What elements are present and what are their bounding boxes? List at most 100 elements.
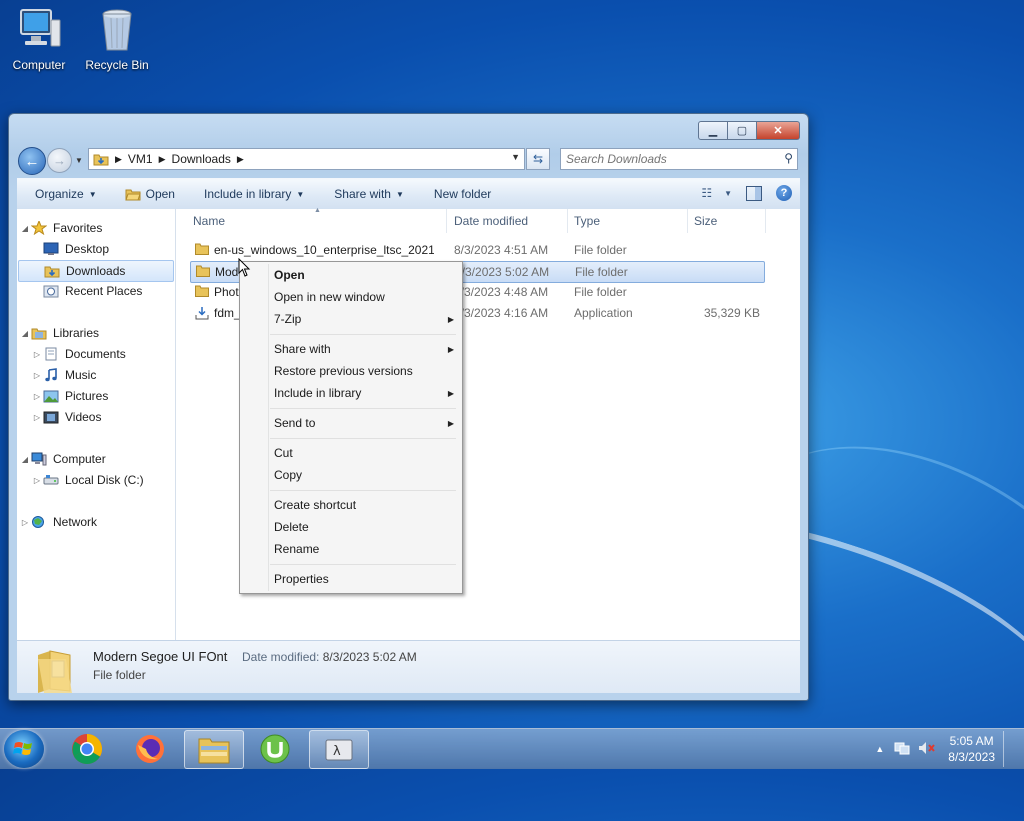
breadcrumb-separator[interactable]: ▶: [115, 154, 122, 165]
desktop-icon: [43, 242, 59, 256]
taskbar-firefox[interactable]: [121, 730, 179, 767]
column-header-type[interactable]: Type: [568, 209, 688, 233]
nav-label: Libraries: [53, 326, 100, 340]
svg-text:λ: λ: [333, 744, 341, 759]
chevron-down-icon: ▼: [395, 189, 404, 199]
close-button[interactable]: ✕: [757, 121, 800, 140]
menu-item-delete[interactable]: Delete: [274, 517, 454, 537]
context-menu: Open Open in new window 7-Zip ▶ Share wit…: [239, 261, 463, 594]
nav-music[interactable]: ▷ Music: [31, 365, 96, 385]
menu-label: Open in new window: [274, 290, 385, 304]
minimize-button[interactable]: ▁: [698, 121, 728, 140]
refresh-button[interactable]: ⇆: [526, 148, 550, 170]
desktop-icon-label: Recycle Bin: [85, 58, 149, 72]
nav-local-disk[interactable]: ▷ Local Disk (C:): [31, 470, 144, 490]
nav-videos[interactable]: ▷ Videos: [31, 407, 102, 427]
column-header-label: Name: [193, 214, 226, 228]
nav-network[interactable]: ▷ Network: [17, 512, 97, 532]
include-in-library-button[interactable]: Include in library ▼: [204, 187, 304, 201]
recent-pages-dropdown[interactable]: ▼: [75, 156, 83, 165]
volume-muted-icon[interactable]: [918, 741, 936, 758]
expand-arrow-icon[interactable]: ▷: [31, 476, 43, 485]
expand-arrow-icon[interactable]: ◢: [19, 455, 31, 464]
breadcrumb-downloads[interactable]: Downloads: [172, 152, 231, 166]
nav-label: Computer: [53, 452, 106, 466]
nav-label: Network: [53, 515, 98, 529]
nav-label: Desktop: [65, 242, 110, 256]
search-icon: ⚲: [784, 151, 793, 165]
menu-item-cut[interactable]: Cut: [274, 443, 454, 463]
nav-label: Videos: [65, 410, 102, 424]
nav-pictures[interactable]: ▷ Pictures: [31, 386, 108, 406]
computer-icon: [15, 8, 63, 54]
taskbar-explorer[interactable]: [184, 730, 244, 769]
address-dropdown-icon[interactable]: ▼: [511, 152, 520, 162]
menu-item-create-shortcut[interactable]: Create shortcut: [274, 495, 454, 515]
expand-arrow-icon[interactable]: ▷: [31, 350, 43, 359]
menu-item-share-with[interactable]: Share with ▶: [274, 339, 454, 359]
column-header-date[interactable]: Date modified: [448, 209, 568, 233]
menu-item-rename[interactable]: Rename: [274, 539, 454, 559]
clock[interactable]: 5:05 AM 8/3/2023: [948, 733, 995, 765]
details-pane: Modern Segoe UI FOnt Date modified: 8/3/…: [17, 640, 800, 693]
expand-arrow-icon[interactable]: ▷: [31, 371, 43, 380]
nav-favorites[interactable]: ◢ Favorites: [17, 218, 102, 238]
open-label: Open: [145, 187, 175, 201]
menu-item-send-to[interactable]: Send to ▶: [274, 413, 454, 433]
menu-label: Create shortcut: [274, 498, 357, 512]
show-desktop-button[interactable]: [1003, 731, 1016, 767]
desktop-icon-computer[interactable]: Computer: [4, 8, 74, 72]
help-icon[interactable]: ?: [776, 185, 792, 201]
expand-arrow-icon[interactable]: ◢: [19, 329, 31, 338]
expand-arrow-icon[interactable]: ◢: [19, 224, 31, 233]
show-hidden-icons-button[interactable]: ▲: [875, 744, 884, 754]
nav-documents[interactable]: ▷ Documents: [31, 344, 126, 364]
utorrent-icon: [260, 734, 290, 763]
nav-downloads[interactable]: Downloads: [18, 260, 174, 282]
open-button[interactable]: Open: [124, 187, 175, 201]
menu-item-7zip[interactable]: 7-Zip ▶: [274, 309, 454, 329]
preview-pane-icon[interactable]: [746, 185, 762, 201]
menu-item-restore-previous[interactable]: Restore previous versions: [274, 361, 454, 381]
navigation-pane: ◢ Favorites Desktop Downloads Recent Pla…: [17, 209, 176, 640]
search-box[interactable]: ⚲: [560, 148, 798, 170]
nav-libraries[interactable]: ◢ Libraries: [17, 323, 99, 343]
menu-item-open-new-window[interactable]: Open in new window: [274, 287, 454, 307]
forward-button[interactable]: →: [47, 148, 72, 173]
chrome-icon: [72, 733, 103, 764]
network-status-icon[interactable]: [894, 741, 910, 758]
taskbar-chrome[interactable]: [58, 730, 116, 767]
column-header-name[interactable]: ▲ Name: [176, 207, 447, 233]
taskbar-terminal[interactable]: λ: [309, 730, 369, 769]
expand-arrow-icon[interactable]: ▷: [31, 392, 43, 401]
organize-button[interactable]: Organize ▼: [35, 187, 97, 201]
desktop-icon-recycle-bin[interactable]: Recycle Bin: [82, 8, 152, 72]
window-controls: ▁ ▢ ✕: [698, 121, 800, 140]
clock-time: 5:05 AM: [949, 734, 994, 748]
new-folder-button[interactable]: New folder: [434, 187, 491, 201]
address-bar[interactable]: ▶ VM1 ▶ Downloads ▶ ▼: [88, 148, 525, 170]
breadcrumb-separator[interactable]: ▶: [159, 154, 166, 165]
breadcrumb-vm1[interactable]: VM1: [128, 152, 153, 166]
windows-logo-icon: [13, 742, 32, 755]
back-button[interactable]: ←: [18, 147, 46, 175]
column-header-size[interactable]: Size: [688, 209, 766, 233]
change-view-button[interactable]: ☷ ▼: [701, 186, 732, 200]
nav-computer[interactable]: ◢ Computer: [17, 449, 106, 469]
maximize-button[interactable]: ▢: [728, 121, 757, 140]
search-input[interactable]: [561, 151, 768, 167]
expand-arrow-icon[interactable]: ▷: [31, 413, 43, 422]
taskbar-utorrent[interactable]: [246, 730, 304, 767]
share-with-button[interactable]: Share with ▼: [334, 187, 404, 201]
nav-recent-places[interactable]: Recent Places: [43, 281, 142, 301]
breadcrumb-separator[interactable]: ▶: [237, 154, 244, 165]
menu-item-properties[interactable]: Properties: [274, 569, 454, 589]
menu-item-open[interactable]: Open: [274, 265, 454, 285]
expand-arrow-icon[interactable]: ▷: [19, 518, 31, 527]
nav-desktop[interactable]: Desktop: [43, 239, 109, 259]
recent-places-icon: [43, 284, 59, 298]
menu-item-copy[interactable]: Copy: [274, 465, 454, 485]
start-button[interactable]: [4, 730, 44, 768]
menu-item-include-in-library[interactable]: Include in library ▶: [274, 383, 454, 403]
file-row[interactable]: en-us_windows_10_enterprise_ltsc_2021_..…: [190, 240, 763, 260]
